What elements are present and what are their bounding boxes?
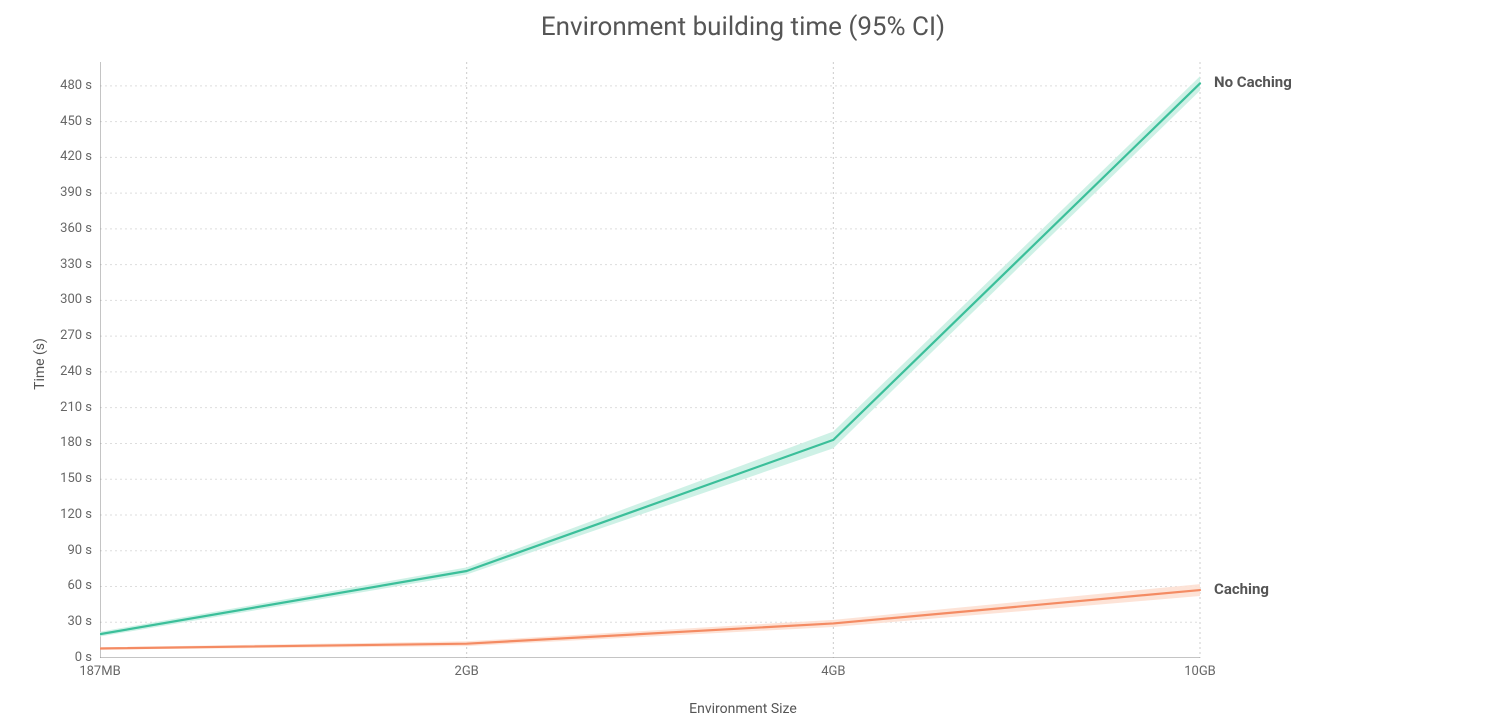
y-tick-label: 390 s xyxy=(60,185,92,200)
series-label: No Caching xyxy=(1214,73,1292,91)
y-tick-label: 120 s xyxy=(60,507,92,522)
y-tick-label: 480 s xyxy=(60,78,92,93)
x-tick-label: 4GB xyxy=(821,664,845,679)
plot-area: 0 s30 s60 s90 s120 s150 s180 s210 s240 s… xyxy=(100,62,1310,658)
y-tick-label: 30 s xyxy=(67,614,92,629)
y-axis-label: Time (s) xyxy=(32,338,48,390)
y-tick-label: 240 s xyxy=(60,364,92,379)
chart-title: Environment building time (95% CI) xyxy=(0,12,1486,42)
chart-container: Environment building time (95% CI) Time … xyxy=(0,0,1486,727)
y-tick-label: 90 s xyxy=(67,543,92,558)
y-tick-label: 450 s xyxy=(60,114,92,129)
y-tick-label: 60 s xyxy=(67,578,92,593)
x-tick-label: 187MB xyxy=(79,664,120,679)
y-tick-label: 150 s xyxy=(60,471,92,486)
x-tick-label: 10GB xyxy=(1184,664,1216,679)
y-tick-label: 270 s xyxy=(60,328,92,343)
y-tick-label: 420 s xyxy=(60,149,92,164)
x-axis-label: Environment Size xyxy=(0,701,1486,717)
y-tick-label: 360 s xyxy=(60,221,92,236)
y-tick-label: 210 s xyxy=(60,400,92,415)
series-label: Caching xyxy=(1214,580,1269,598)
y-tick-label: 300 s xyxy=(60,292,92,307)
y-tick-label: 330 s xyxy=(60,257,92,272)
y-tick-label: 180 s xyxy=(60,435,92,450)
plot-svg xyxy=(100,62,1310,658)
y-tick-label: 0 s xyxy=(75,650,92,665)
x-tick-label: 2GB xyxy=(455,664,479,679)
